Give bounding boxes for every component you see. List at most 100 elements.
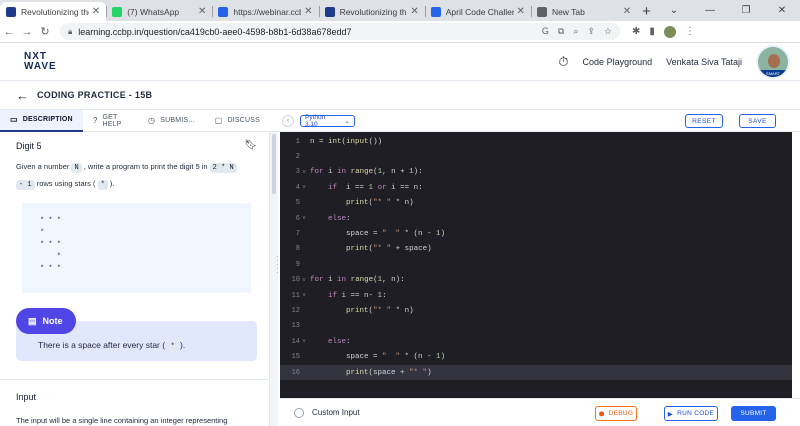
line-number: 6 — [295, 214, 300, 223]
input-heading: Input — [16, 392, 37, 402]
google-icon[interactable]: G — [542, 26, 549, 37]
code-line[interactable]: 15 space = " " * (n - 1) — [280, 350, 792, 365]
code-line[interactable]: 1 n = int(input()) — [280, 134, 792, 149]
debug-button[interactable]: ⬢ DEBUG — [595, 406, 637, 421]
fold-chevron-icon[interactable]: ˅ — [300, 184, 308, 191]
profile-avatar[interactable] — [663, 25, 676, 38]
reset-button[interactable]: RESET — [685, 114, 723, 128]
tab-close-icon[interactable]: ✕ — [198, 6, 206, 17]
new-tab-button[interactable]: + — [637, 3, 656, 21]
submit-button[interactable]: SUBMIT — [731, 406, 776, 421]
code-line[interactable]: 6 ˅ else: — [280, 211, 792, 226]
statement-text: rows using stars ( — [36, 179, 96, 188]
code-line[interactable]: 12 print("* " * n) — [280, 303, 792, 318]
code-line[interactable]: 3 ˅ for i in range(1, n + 1): — [280, 165, 792, 180]
code-line[interactable]: 11 ˅ if i == n- 1: — [280, 288, 792, 303]
url-field[interactable]: 🔒︎ learning.ccbp.in/question/ca419cb0-ae… — [60, 23, 620, 40]
tab-search-icon[interactable]: ⌄ — [656, 5, 692, 16]
line-number: 15 — [291, 353, 300, 362]
fold-chevron-icon[interactable]: ˅ — [300, 338, 308, 345]
bookmark-icon[interactable]: 🔖︎ — [244, 140, 257, 151]
panel-tab[interactable]: ▢ DISCUSS — [205, 110, 270, 132]
question-header: Digit 5 🔖︎ — [0, 132, 269, 151]
panel-tab-label: DISCUSS — [227, 117, 260, 124]
collapse-panel-icon[interactable]: ‹ — [282, 114, 294, 127]
back-arrow-icon[interactable]: ← — [16, 88, 29, 103]
line-number: 13 — [291, 322, 300, 331]
tab-close-icon[interactable]: ✕ — [304, 6, 312, 17]
browser-tab[interactable]: April Code Challenge✕ — [424, 2, 531, 21]
tab-close-icon[interactable]: ✕ — [92, 6, 100, 17]
panel-tab-label: DESCRIPTION — [22, 116, 73, 123]
panel-tab[interactable]: ? GET HELP — [83, 110, 138, 132]
custom-input-checkbox[interactable] — [294, 407, 304, 418]
browser-tab[interactable]: https://webinar.ccbp.i✕ — [212, 2, 318, 21]
reload-icon[interactable]: ↻ — [36, 25, 54, 38]
code-line[interactable]: 16 print(space + "* ") — [280, 365, 792, 380]
fold-chevron-icon[interactable]: ˅ — [300, 215, 308, 222]
browser-tab[interactable]: Revolutionizing the Jo✕ — [0, 2, 107, 21]
extensions-icon[interactable]: ✱ — [632, 26, 640, 37]
forward-icon[interactable]: → — [18, 26, 36, 38]
run-code-button[interactable]: ▶ RUN CODE — [664, 406, 718, 421]
note-label: Note — [42, 316, 63, 326]
user-name[interactable]: Venkata Siva Tataji — [666, 57, 742, 67]
close-window-icon[interactable]: ✕ — [764, 5, 800, 16]
line-number: 9 — [295, 260, 300, 269]
restore-icon[interactable]: ❐ — [728, 5, 764, 16]
tab-icon: ◷ — [148, 116, 156, 125]
inline-code: * — [167, 342, 178, 352]
share-icon[interactable]: ⇪ — [587, 26, 595, 37]
browser-tab[interactable]: (7) WhatsApp ✕ — [106, 2, 212, 21]
code-line[interactable]: 8 print("* " + space) — [280, 242, 792, 257]
code-line[interactable]: 10 ˅ for i in range(1, n): — [280, 273, 792, 288]
code-text: print("* " * n) — [346, 199, 414, 208]
tab-close-icon[interactable]: ✕ — [517, 6, 525, 17]
tab-close-icon[interactable]: ✕ — [623, 6, 631, 17]
bug-icon: ⬢ — [598, 410, 605, 418]
nxtwave-logo[interactable]: NXT WAVE — [24, 51, 57, 72]
resize-handle[interactable]: · · · · · — [276, 253, 279, 277]
minimize-icon[interactable]: — — [692, 5, 728, 16]
timer-icon[interactable]: ⏱ — [558, 54, 568, 70]
tab-favicon-icon — [536, 6, 547, 17]
browser-tab[interactable]: New Tab ✕ — [530, 2, 637, 21]
language-select[interactable]: Python 3.10 ⌄ — [300, 114, 355, 128]
chevron-down-icon: ⌄ — [344, 117, 350, 125]
bookmark-star-icon[interactable]: ☆ — [604, 26, 612, 37]
input-text: The input will be a single line containi… — [16, 416, 228, 425]
scrollbar-thumb[interactable] — [272, 134, 276, 194]
tab-close-icon[interactable]: ✕ — [410, 6, 418, 17]
panel-tab[interactable]: ▭ DESCRIPTION — [0, 109, 83, 132]
code-line[interactable]: 2 — [280, 149, 792, 164]
panel-tab[interactable]: ◷ SUBMIS... — [138, 110, 205, 132]
menu-kebab-icon[interactable]: ⋮ — [685, 26, 695, 37]
code-line[interactable]: 9 — [280, 257, 792, 272]
fold-chevron-icon[interactable]: ˅ — [300, 169, 308, 176]
back-icon[interactable]: ← — [0, 26, 18, 38]
code-line[interactable]: 5 print("* " * n) — [280, 196, 792, 211]
panel-tabs: ▭ DESCRIPTION? GET HELP ◷ SUBMIS... ▢ DISCUSS — [0, 109, 270, 132]
fold-chevron-icon[interactable]: ˅ — [300, 277, 308, 284]
code-editor[interactable]: 1n = int(input()) 2 3 ˅ for i in range(1, n … — [280, 132, 792, 398]
browser-tab[interactable]: Revolutionizing the Jo✕ — [318, 2, 425, 21]
sidepanel-icon[interactable]: ▮ — [649, 26, 655, 37]
code-line[interactable]: 4 ˅ if i == 1 or i == n: — [280, 180, 792, 195]
install-icon[interactable]: ⧉ — [558, 26, 564, 37]
fold-chevron-icon[interactable]: ˅ — [300, 292, 308, 299]
code-playground-link[interactable]: Code Playground — [583, 57, 653, 67]
code-line[interactable]: 13 — [280, 319, 792, 334]
code-line[interactable]: 7 space = " " * (n - 1) — [280, 226, 792, 241]
save-button[interactable]: SAVE — [739, 114, 776, 128]
panel-tab-label: GET HELP — [102, 113, 122, 128]
code-text: print(space + "* ") — [346, 368, 432, 377]
code-text: if i == n- 1: — [328, 291, 387, 300]
zoom-icon[interactable]: ⌕ — [573, 26, 578, 37]
description-scrollbar[interactable] — [270, 132, 278, 426]
user-avatar[interactable]: SMART — [756, 44, 790, 79]
avatar-tag: SMART — [758, 69, 788, 77]
app-header: NXT WAVE ⏱ Code Playground Venkata Siva … — [0, 43, 800, 81]
custom-input-label[interactable]: Custom Input — [312, 408, 360, 417]
code-line[interactable]: 14 ˅ else: — [280, 334, 792, 349]
code-text: else: — [328, 337, 351, 346]
